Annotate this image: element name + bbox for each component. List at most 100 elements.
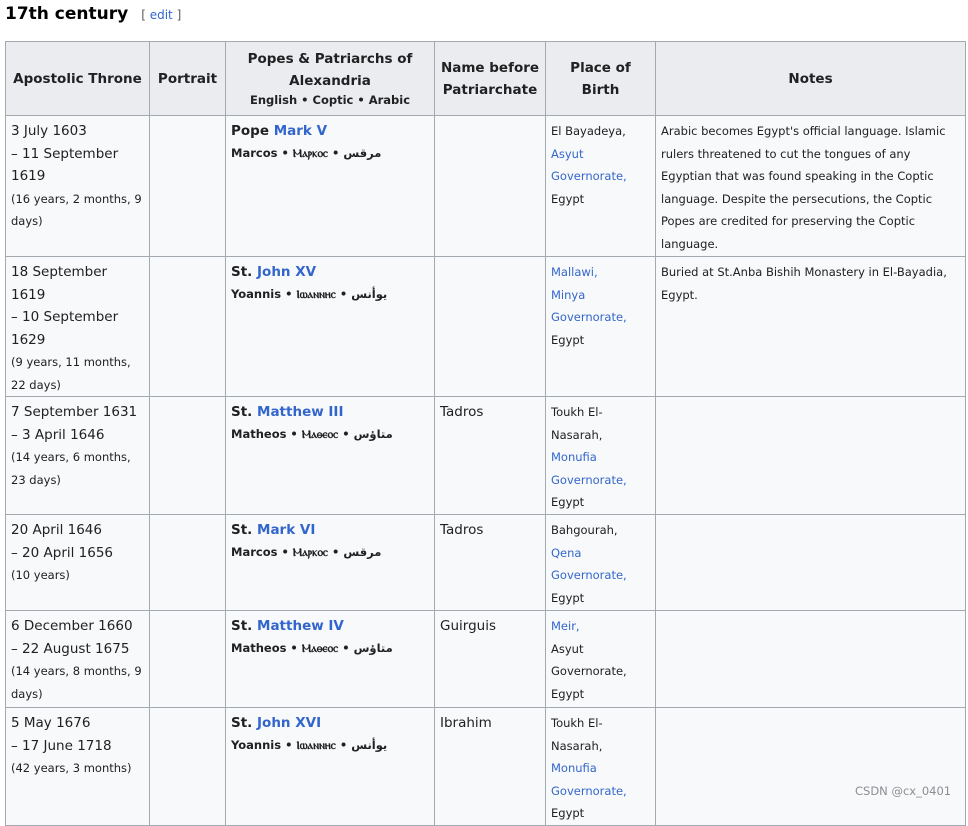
edit-bracket-close: ] (172, 8, 182, 22)
pope-names-sub: Marcos • Ⲙⲁⲣⲕⲟⲥ • مرقس (231, 146, 382, 160)
date-end: – 10 September (11, 309, 119, 325)
pob-line: El Bayadeya, (551, 124, 626, 138)
pob-line: Bahgourah, (551, 523, 618, 537)
pob-line: Asyut (551, 641, 584, 656)
header-apostolic-throne[interactable]: Apostolic Throne (5, 41, 150, 116)
pope-names-sub: Yoannis • Ⲓⲱⲁⲛⲛⲏⲥ • يوأنس (231, 738, 388, 752)
notes-line: language. Despite the persecutions, the … (661, 191, 933, 206)
pob-link[interactable]: Governorate, (551, 568, 627, 582)
pob-link[interactable]: Governorate, (551, 169, 627, 183)
name-before: Guirguis (440, 618, 496, 634)
pob-line: Egypt (551, 495, 585, 509)
pob-link[interactable]: Mallawi, (551, 265, 598, 279)
edit-section: [ edit ] (141, 8, 181, 22)
pob-line: Egypt (551, 686, 585, 701)
header-popes-line1: Popes & Patriarchs of (247, 51, 413, 67)
name-before-cell: Guirguis (434, 610, 546, 708)
pob-line: Toukh El- (551, 716, 603, 730)
pob-link[interactable]: Monufia (551, 761, 597, 775)
date-start: 20 April 1646 (11, 522, 102, 538)
pob-link[interactable]: Asyut (551, 147, 583, 161)
notes-line: Arabic becomes Egypt's official language… (661, 124, 946, 138)
pope-link[interactable]: John XVI (257, 715, 321, 731)
notes-cell (655, 707, 966, 826)
pob-line: Toukh El- (551, 405, 603, 419)
name-before: Ibrahim (440, 715, 492, 731)
header-name-before-line2: Patriarchate (442, 81, 538, 98)
pob-link[interactable]: Governorate, (551, 310, 627, 324)
pope-names-sub: Matheos • Ⲙⲁⲑⲉⲟⲥ • متاؤس (231, 427, 393, 441)
pob-line: Egypt (551, 332, 585, 347)
pob-link[interactable]: Qena (551, 546, 581, 560)
pope-link[interactable]: Matthew IV (257, 618, 344, 634)
header-portrait[interactable]: Portrait (149, 41, 226, 116)
pope-title: St. (231, 715, 258, 731)
portrait-cell (149, 115, 226, 257)
section-title: 17th century (5, 4, 129, 24)
name-before: Tadros (440, 522, 484, 538)
pob-link[interactable]: Monufia (551, 450, 597, 464)
name-before-cell: Ibrahim (434, 707, 546, 826)
date-end: – 3 April 1646 (11, 426, 105, 443)
duration: (42 years, 3 months) (11, 761, 132, 775)
date-start: 7 September 1631 (11, 404, 138, 420)
portrait-cell (149, 396, 226, 515)
pope-names-sub: Marcos • Ⲙⲁⲣⲕⲟⲥ • مرقس (231, 545, 382, 559)
pob-link[interactable]: Minya (551, 288, 585, 302)
header-popes-line2: Alexandria (289, 73, 371, 89)
header-popes-sub: English • Coptic • Arabic (249, 93, 411, 107)
date-start: 5 May 1676 (11, 715, 91, 731)
header-notes[interactable]: Notes (655, 41, 966, 116)
pope-title: St. (231, 404, 258, 420)
place-of-birth-cell: Meir, Asyut Governorate, Egypt (545, 610, 656, 708)
place-of-birth-cell: Bahgourah, Qena Governorate, Egypt (545, 514, 656, 611)
duration-cont: 23 days) (11, 472, 61, 487)
portrait-cell (149, 514, 226, 611)
notes-line: Egypt. (661, 287, 698, 302)
header-name-before[interactable]: Name before Patriarchate (434, 41, 546, 116)
table-row: 7 September 1631 – 3 April 1646 (14 year… (5, 396, 966, 515)
place-of-birth-cell: Mallawi, Minya Governorate, Egypt (545, 256, 656, 397)
duration-cont: days) (11, 214, 43, 228)
date-start: 3 July 1603 (11, 123, 87, 139)
pope-title: St. (231, 618, 258, 634)
pope-title: St. (231, 264, 258, 280)
notes-line: Buried at St.Anba Bishih Monastery in El… (661, 265, 947, 279)
notes-line: language. (661, 236, 719, 251)
edit-link[interactable]: edit (150, 8, 173, 22)
pope-link[interactable]: Matthew III (257, 404, 343, 420)
date-end-year: 1619 (11, 168, 46, 184)
portrait-cell (149, 256, 226, 397)
header-popes[interactable]: Popes & Patriarchs of Alexandria English… (225, 41, 435, 116)
pope-cell: Pope Mark V Marcos • Ⲙⲁⲣⲕⲟⲥ • مرقس (225, 115, 435, 257)
pob-line: Egypt (551, 590, 585, 605)
table-row: 3 July 1603 – 11 September 1619 (16 year… (5, 115, 966, 257)
date-end: – 22 August 1675 (11, 640, 130, 657)
pope-cell: St. John XVI Yoannis • Ⲓⲱⲁⲛⲛⲏⲥ • يوأنس (225, 707, 435, 826)
pope-link[interactable]: John XV (257, 264, 316, 280)
portrait-cell (149, 707, 226, 826)
pope-title: St. (231, 522, 258, 538)
pope-link[interactable]: Mark V (274, 123, 327, 139)
pope-cell: St. Matthew III Matheos • Ⲙⲁⲑⲉⲟⲥ • متاؤس (225, 396, 435, 515)
pob-link[interactable]: Governorate, (551, 473, 627, 487)
pope-cell: St. John XV Yoannis • Ⲓⲱⲁⲛⲛⲏⲥ • يوأنس (225, 256, 435, 397)
name-before-cell: Tadros (434, 514, 546, 611)
throne-cell: 6 December 1660 – 22 August 1675 (14 yea… (5, 610, 150, 708)
throne-cell: 3 July 1603 – 11 September 1619 (16 year… (5, 115, 150, 257)
duration: (14 years, 6 months, (11, 450, 131, 464)
header-place-of-birth[interactable]: Place of Birth (545, 41, 656, 116)
pob-link[interactable]: Meir, (551, 619, 580, 633)
notes-cell (655, 514, 966, 611)
pob-link[interactable]: Governorate, (551, 784, 627, 798)
notes-line: Popes are credited for preserving the Co… (661, 214, 916, 228)
table-row: 5 May 1676 – 17 June 1718 (42 years, 3 m… (5, 707, 966, 826)
duration: (14 years, 8 months, 9 (11, 664, 142, 678)
pope-link[interactable]: Mark VI (257, 522, 315, 538)
notes-line: rulers threatened to cut the tongues of … (661, 146, 911, 161)
pope-cell: St. Mark VI Marcos • Ⲙⲁⲣⲕⲟⲥ • مرقس (225, 514, 435, 611)
throne-cell: 20 April 1646 – 20 April 1656 (10 years) (5, 514, 150, 611)
pope-title: Pope (231, 123, 274, 139)
notes-cell: Buried at St.Anba Bishih Monastery in El… (655, 256, 966, 397)
name-before-cell (434, 115, 546, 257)
